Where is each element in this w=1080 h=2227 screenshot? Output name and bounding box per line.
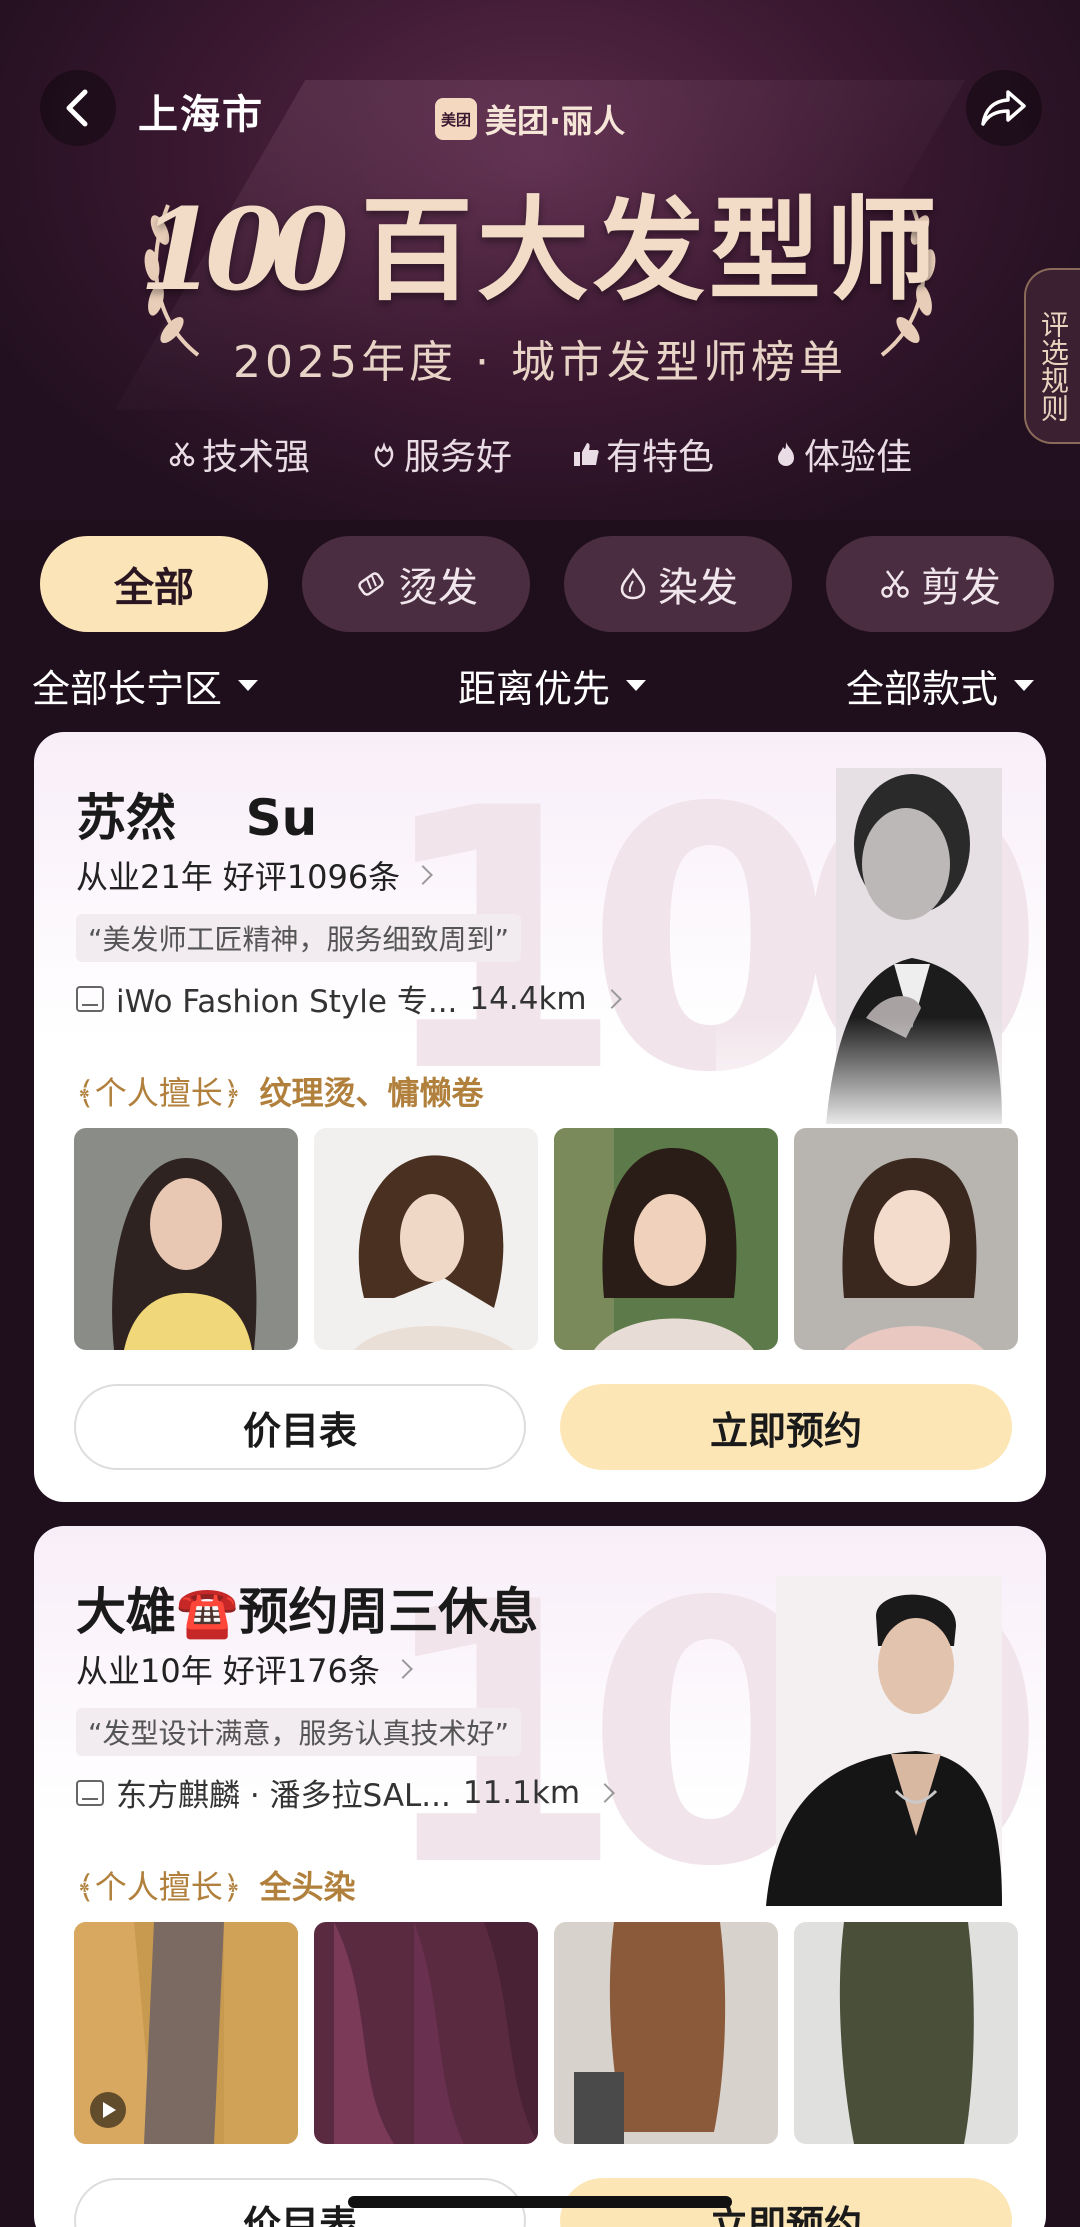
stylist-portrait xyxy=(716,768,1002,1124)
chevron-left-icon xyxy=(66,89,88,127)
tag-service: 服务好 xyxy=(370,428,512,480)
brand: 美团 美团·丽人 xyxy=(435,96,625,142)
stylist-card[interactable]: 100 大雄☎️预约周三休息 从业10年 好评176条 “发型设计满意，服务认真… xyxy=(34,1526,1046,2227)
price-list-button[interactable]: 价目表 xyxy=(74,1384,526,1470)
stylist-meta[interactable]: 从业10年 好评176条 xyxy=(76,1646,413,1692)
tag-experience: 体验佳 xyxy=(774,428,912,480)
specialty: ﴾个人擅长﴿ 全头染 xyxy=(76,1862,356,1908)
share-icon xyxy=(981,90,1026,126)
portfolio-photo[interactable] xyxy=(554,1922,778,2144)
sort-filter[interactable]: 距离优先 xyxy=(458,658,647,713)
specialty: ﴾个人擅长﴿ 纹理烫、慵懒卷 xyxy=(76,1068,484,1114)
book-now-button[interactable]: 立即预约 xyxy=(560,1384,1012,1470)
portfolio-photo[interactable] xyxy=(74,1128,298,1350)
years-of-experience: 从业10年 xyxy=(76,1652,213,1690)
chevron-right-icon xyxy=(601,988,622,1009)
flower-icon xyxy=(374,442,394,468)
stylist-name: 大雄☎️预约周三休息 xyxy=(76,1583,539,1641)
hero-banner: 上海市 美团 美团·丽人 100 百大发型师 2025年度 · 城市发型师榜单 技… xyxy=(0,0,1080,520)
portfolio-photo[interactable] xyxy=(794,1922,1018,2144)
tag-skill: 技术强 xyxy=(168,428,310,480)
title-number: 100 xyxy=(139,185,349,316)
shop-name: iWo Fashion Style 专... xyxy=(116,984,458,1020)
shop-name: 东方麒麟 · 潘多拉SAL... xyxy=(116,1778,451,1814)
shop-icon xyxy=(76,1779,104,1806)
city-selector[interactable]: 上海市 xyxy=(138,82,264,140)
curler-icon xyxy=(358,572,384,596)
drop-icon xyxy=(620,567,646,600)
caret-down-icon xyxy=(626,680,647,691)
review-count: 好评176条 xyxy=(222,1652,380,1690)
review-count: 好评1096条 xyxy=(222,858,401,896)
tag-feature: 有特色 xyxy=(572,428,714,480)
shop-icon xyxy=(76,985,104,1012)
portfolio-photo[interactable] xyxy=(314,1922,538,2144)
review-quote: “发型设计满意，服务认真技术好” xyxy=(76,1708,522,1756)
stylist-card[interactable]: 100 苏然 Su 从业21年 好评1096条 “美发师工匠精神，服务细致周到”… xyxy=(34,732,1046,1502)
category-tabs: 全部 烫发 染发 剪发 xyxy=(40,536,1054,632)
tab-perm[interactable]: 烫发 xyxy=(302,536,530,632)
tab-dye[interactable]: 染发 xyxy=(564,536,792,632)
thumb-icon xyxy=(574,443,599,466)
portfolio-photo[interactable] xyxy=(794,1128,1018,1350)
scissors-icon xyxy=(169,442,195,467)
brand-text: 美团·丽人 xyxy=(485,102,626,140)
district-filter[interactable]: 全部长宁区 xyxy=(32,658,259,713)
specialty-label: ﴾个人擅长﴿ xyxy=(76,1868,242,1906)
rules-button[interactable]: 评选规则 xyxy=(1024,268,1080,444)
shop-link[interactable]: iWo Fashion Style 专... 14.4km xyxy=(76,976,622,1021)
portfolio-gallery xyxy=(74,1922,1018,2144)
tab-cut[interactable]: 剪发 xyxy=(826,536,1054,632)
specialty-value: 全头染 xyxy=(259,1868,356,1906)
filter-bar: 全部长宁区 距离优先 全部款式 xyxy=(0,658,1080,718)
card-actions: 价目表 立即预约 xyxy=(74,1384,1012,1470)
shop-link[interactable]: 东方麒麟 · 潘多拉SAL... 11.1km xyxy=(76,1770,615,1815)
portfolio-photo[interactable] xyxy=(314,1128,538,1350)
stylist-meta[interactable]: 从业21年 好评1096条 xyxy=(76,852,434,898)
chevron-right-icon xyxy=(392,1659,413,1679)
portfolio-gallery xyxy=(74,1128,1018,1350)
specialty-label: ﴾个人擅长﴿ xyxy=(76,1074,242,1112)
tab-all[interactable]: 全部 xyxy=(40,536,268,632)
page-subtitle: 2025年度 · 城市发型师榜单 xyxy=(233,337,847,388)
share-button[interactable] xyxy=(966,70,1042,146)
years-of-experience: 从业21年 xyxy=(76,858,213,896)
page-title: 100 百大发型师 xyxy=(0,160,1080,322)
style-filter[interactable]: 全部款式 xyxy=(846,658,1035,713)
chevron-right-icon xyxy=(413,865,434,885)
stylist-name: 苏然 Su xyxy=(76,789,318,847)
portfolio-video[interactable] xyxy=(74,1922,298,2144)
home-indicator[interactable] xyxy=(348,2196,732,2208)
stylist-portrait xyxy=(766,1576,1002,1906)
scissors-icon xyxy=(881,570,909,598)
title-text: 百大发型师 xyxy=(360,186,941,316)
caret-down-icon xyxy=(1014,680,1035,691)
specialty-value: 纹理烫、慵懒卷 xyxy=(259,1074,484,1112)
chevron-right-icon xyxy=(595,1782,615,1803)
caret-down-icon xyxy=(238,680,259,691)
review-quote: “美发师工匠精神，服务细致周到” xyxy=(76,914,522,962)
flame-icon xyxy=(778,442,795,466)
portfolio-photo[interactable] xyxy=(554,1128,778,1350)
feature-tags: 技术强 服务好 有特色 体验佳 xyxy=(0,428,1080,480)
shop-distance: 14.4km xyxy=(469,980,587,1017)
meituan-logo: 美团 xyxy=(435,98,477,140)
shop-distance: 11.1km xyxy=(462,1774,581,1811)
back-button[interactable] xyxy=(40,70,116,146)
